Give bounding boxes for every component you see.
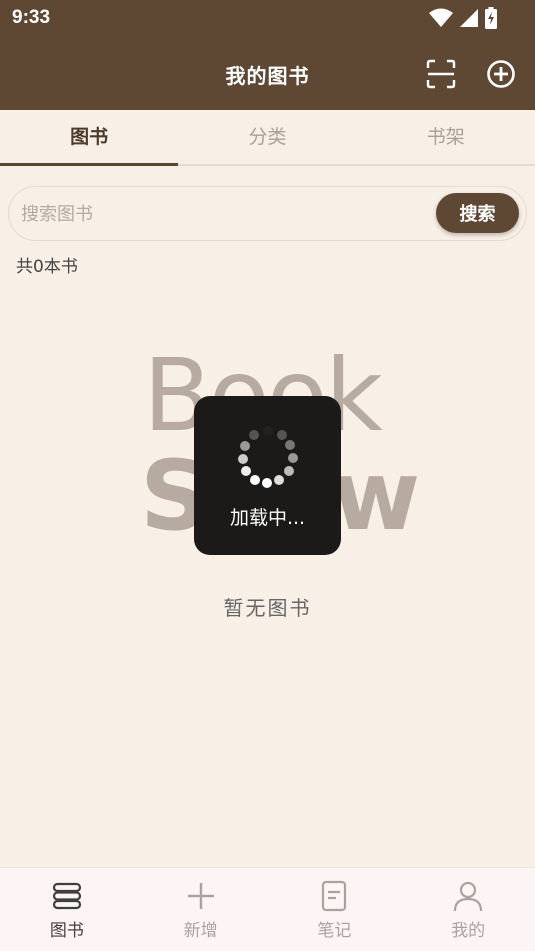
battery-icon [485, 7, 497, 29]
loading-spinner-icon [238, 426, 298, 488]
nav-item-profile[interactable]: 我的 [401, 868, 535, 951]
bottom-nav: 图书 新增 笔记 我的 [0, 867, 535, 951]
books-icon [52, 882, 81, 910]
empty-message: 暂无图书 [223, 596, 312, 620]
nav-item-books[interactable]: 图书 [0, 868, 134, 951]
status-time: 9:33 [12, 7, 51, 28]
tab-bar: 图书 分类 书架 [0, 110, 535, 166]
note-icon [322, 880, 347, 912]
loading-dialog: 加载中... [194, 396, 341, 555]
person-icon [454, 881, 483, 912]
nav-label: 我的 [451, 921, 486, 941]
scan-icon[interactable] [425, 58, 457, 90]
tab-books[interactable]: 图书 [0, 110, 179, 166]
nav-label: 图书 [49, 921, 84, 941]
search-button[interactable]: 搜索 [436, 193, 519, 233]
status-icons [429, 6, 497, 30]
nav-item-add[interactable]: 新增 [134, 868, 268, 951]
search-input[interactable] [21, 201, 421, 227]
loading-text: 加载中... [229, 507, 306, 529]
plus-icon [187, 883, 214, 909]
app-bar: 9:33 我的图书 [0, 0, 535, 110]
book-count: 共0本书 [16, 257, 78, 277]
nav-label: 笔记 [317, 921, 352, 941]
wifi-icon [429, 8, 453, 27]
tab-categories[interactable]: 分类 [178, 110, 356, 164]
search-bar: 搜索 [8, 186, 527, 241]
signal-icon [460, 9, 478, 27]
nav-item-notes[interactable]: 笔记 [268, 868, 402, 951]
add-circle-icon[interactable] [485, 58, 517, 90]
nav-label: 新增 [183, 921, 218, 941]
tab-bookshelf[interactable]: 书架 [357, 110, 535, 164]
